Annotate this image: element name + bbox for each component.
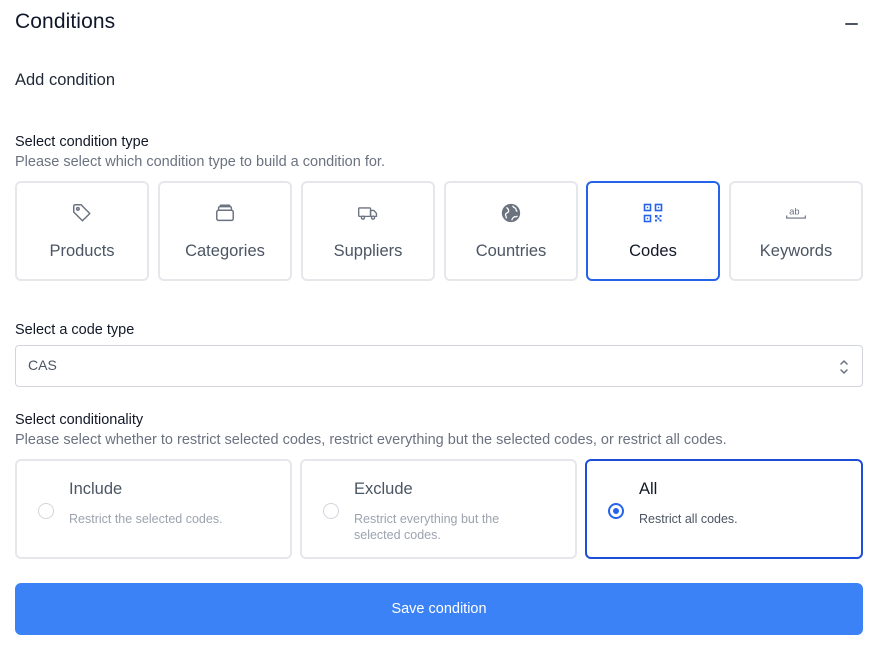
- qr-code-icon: [642, 202, 664, 224]
- conditionality-label: Select conditionality: [15, 412, 144, 428]
- condition-type-codes[interactable]: Codes: [586, 181, 720, 281]
- collapse-button[interactable]: [843, 12, 861, 34]
- code-type-value: CAS: [28, 357, 57, 373]
- add-condition-heading: Add condition: [15, 71, 115, 89]
- condition-type-countries[interactable]: Countries: [444, 181, 578, 281]
- truck-icon: [357, 202, 379, 224]
- conditions-header: Conditions: [15, 10, 861, 38]
- condition-type-products[interactable]: Products: [15, 181, 149, 281]
- all-radio[interactable]: [608, 503, 624, 519]
- conditionality-all[interactable]: All Restrict all codes.: [585, 459, 863, 559]
- save-condition-button[interactable]: Save condition: [15, 583, 863, 635]
- tag-icon: [71, 202, 93, 224]
- conditionality-include[interactable]: Include Restrict the selected codes.: [15, 459, 292, 559]
- condition-type-options: Products Categories Suppliers Countries …: [15, 181, 863, 281]
- exclude-radio[interactable]: [323, 503, 339, 519]
- include-radio[interactable]: [38, 503, 54, 519]
- condition-type-suppliers[interactable]: Suppliers: [301, 181, 435, 281]
- minus-icon: [845, 23, 858, 25]
- code-type-select[interactable]: CAS: [15, 345, 863, 387]
- condition-type-keywords[interactable]: ab Keywords: [729, 181, 863, 281]
- chevron-up-down-icon: [838, 357, 850, 377]
- globe-icon: [500, 202, 522, 224]
- svg-text:ab: ab: [789, 207, 799, 217]
- text-ab-icon: ab: [785, 202, 807, 224]
- condition-type-label: Select condition type: [15, 134, 149, 150]
- condition-type-help: Please select which condition type to bu…: [15, 154, 385, 170]
- conditionality-options: Include Restrict the selected codes. Exc…: [15, 459, 863, 559]
- conditionality-exclude[interactable]: Exclude Restrict everything but the sele…: [300, 459, 577, 559]
- code-type-label: Select a code type: [15, 322, 135, 338]
- archive-icon: [214, 202, 236, 224]
- page-title: Conditions: [15, 10, 116, 33]
- condition-type-categories[interactable]: Categories: [158, 181, 292, 281]
- conditionality-help: Please select whether to restrict select…: [15, 432, 727, 448]
